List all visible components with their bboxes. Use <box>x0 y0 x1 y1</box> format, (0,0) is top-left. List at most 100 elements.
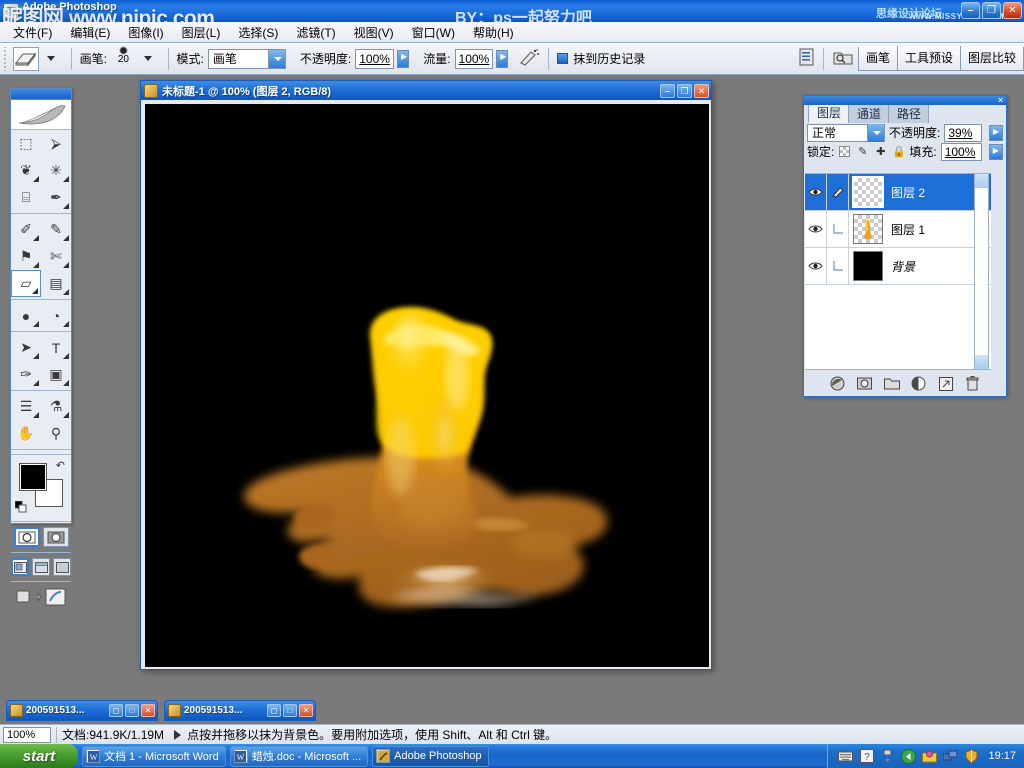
delete-layer-button[interactable] <box>965 376 981 392</box>
layer-link-toggle[interactable] <box>827 248 849 284</box>
canvas[interactable] <box>145 104 709 667</box>
layers-tab-0[interactable]: 图层 <box>808 102 849 123</box>
eyedropper-tool[interactable]: ⚗ <box>41 393 71 420</box>
menu-help[interactable]: 帮助(H) <box>464 22 523 43</box>
layer-style-button[interactable] <box>830 376 846 392</box>
new-group-button[interactable] <box>884 376 900 392</box>
status-menu-arrow-icon[interactable] <box>174 730 181 740</box>
brush-chevron-icon[interactable] <box>144 56 152 61</box>
layer-opacity-spinner[interactable] <box>989 125 1003 141</box>
lock-transparency-icon[interactable] <box>838 145 851 158</box>
opacity-input[interactable]: 100% <box>355 49 394 69</box>
zoom-tool[interactable]: ⚲ <box>41 420 71 447</box>
layer-opacity-input[interactable]: 39% <box>944 124 982 142</box>
zoom-level-input[interactable]: 100% <box>3 727 51 743</box>
close-button[interactable]: ✕ <box>1003 2 1022 19</box>
lock-position-icon[interactable]: ✚ <box>874 145 887 158</box>
palette-well-tab-2[interactable]: 图层比较 <box>961 46 1023 70</box>
document-titlebar[interactable]: 未标题-1 @ 100% (图层 2, RGB/8) – ❐ ✕ <box>141 81 711 100</box>
layer-list[interactable]: 图层 2图层 1背景 <box>805 173 991 370</box>
keyboard-icon[interactable] <box>838 749 853 764</box>
menu-layer[interactable]: 图层(L) <box>173 22 230 43</box>
menu-window[interactable]: 窗口(W) <box>403 22 464 43</box>
hand-tool[interactable]: ✋ <box>11 420 41 447</box>
menu-edit[interactable]: 编辑(E) <box>61 22 119 43</box>
layer-mask-button[interactable] <box>857 376 873 392</box>
restore-button[interactable]: ◻ <box>267 704 281 717</box>
layer-thumbnail-cell[interactable] <box>849 251 887 281</box>
layer-link-toggle[interactable] <box>827 211 849 247</box>
opacity-spinner[interactable] <box>397 50 409 68</box>
layer-row[interactable]: 图层 1 <box>805 211 991 248</box>
palette-well-tab-0[interactable]: 画笔 <box>859 46 898 70</box>
blend-mode-select[interactable]: 正常 <box>807 124 885 142</box>
pen-tool[interactable]: ✑ <box>11 361 41 388</box>
minimize-button[interactable]: – <box>961 2 980 19</box>
layer-thumbnail-cell[interactable] <box>849 177 887 207</box>
flow-input[interactable]: 100% <box>455 49 494 69</box>
chevron-down-icon[interactable] <box>268 50 285 68</box>
layers-palette-close-icon[interactable]: ✕ <box>997 96 1004 105</box>
airbrush-toggle[interactable] <box>518 48 540 69</box>
new-layer-button[interactable] <box>938 376 954 392</box>
standard-mask-button[interactable] <box>14 527 40 547</box>
layer-fill-input[interactable]: 100% <box>941 143 982 161</box>
layers-tab-2[interactable]: 路径 <box>888 103 929 123</box>
quick-mask-button[interactable] <box>43 527 69 547</box>
lock-all-icon[interactable]: 🔒 <box>892 145 905 158</box>
layer-link-toggle[interactable] <box>827 174 849 210</box>
menu-file[interactable]: 文件(F) <box>4 22 61 43</box>
default-colors-icon[interactable] <box>15 501 27 513</box>
blend-mode-chevron-icon[interactable] <box>867 124 884 142</box>
current-tool-icon[interactable] <box>13 47 39 71</box>
swap-colors-icon[interactable]: ↶ <box>56 459 65 472</box>
brush-preview[interactable]: 20 <box>111 46 136 72</box>
brush-tool[interactable]: ✎ <box>41 216 71 243</box>
layers-scrollbar[interactable] <box>974 173 989 370</box>
help-icon[interactable]: ? <box>859 749 874 764</box>
close-button[interactable]: ✕ <box>141 704 155 717</box>
jump-to-imageready-button[interactable] <box>16 587 42 610</box>
erase-to-history-checkbox[interactable]: 抹到历史记录 <box>557 50 649 67</box>
menu-view[interactable]: 视图(V) <box>345 22 403 43</box>
menu-filter[interactable]: 滤镜(T) <box>287 22 344 43</box>
start-button[interactable]: start <box>0 744 78 768</box>
network-icon[interactable] <box>880 749 895 764</box>
layer-visibility-toggle[interactable] <box>805 174 827 210</box>
close-button[interactable]: ✕ <box>299 704 313 717</box>
full-screen-menubar-button[interactable] <box>32 558 50 576</box>
document-close-button[interactable]: ✕ <box>694 84 709 98</box>
menu-image[interactable]: 图像(I) <box>119 22 172 43</box>
standard-screen-button[interactable] <box>11 558 29 576</box>
layer-thumbnail-cell[interactable] <box>849 214 887 244</box>
healing-brush-tool[interactable]: ✐ <box>11 216 41 243</box>
path-selection-tool[interactable]: ➤ <box>11 334 41 361</box>
palette-well-tab-1[interactable]: 工具预设 <box>898 46 961 70</box>
blur-tool[interactable]: ● <box>11 302 41 329</box>
options-bar-grip[interactable] <box>2 47 8 71</box>
maximize-button[interactable]: □ <box>283 704 297 717</box>
taskbar-item[interactable]: W文档 1 - Microsoft Word <box>82 746 226 767</box>
layer-visibility-toggle[interactable] <box>805 248 827 284</box>
maximize-button[interactable]: □ <box>125 704 139 717</box>
layer-visibility-toggle[interactable] <box>805 211 827 247</box>
back-icon[interactable] <box>901 749 916 764</box>
minimized-document-window[interactable]: 200591513...◻□✕ <box>164 700 316 721</box>
marquee-tool[interactable]: ⬚ <box>11 130 41 157</box>
magic-wand-tool[interactable]: ✳ <box>41 157 71 184</box>
restore-button[interactable]: ◻ <box>109 704 123 717</box>
slice-tool[interactable]: ✒ <box>41 184 71 211</box>
layer-row[interactable]: 背景 <box>805 248 991 285</box>
layers-tab-1[interactable]: 通道 <box>848 103 889 123</box>
menu-select[interactable]: 选择(S) <box>229 22 287 43</box>
adjustment-layer-button[interactable] <box>911 376 927 392</box>
history-brush-tool[interactable]: ✄ <box>41 243 71 270</box>
maximize-button[interactable]: ❐ <box>982 2 1001 19</box>
taskbar-item[interactable]: W蜡烛.doc - Microsoft ... <box>230 746 368 767</box>
taskbar-item[interactable]: Adobe Photoshop <box>372 746 488 767</box>
lasso-tool[interactable]: ❦ <box>11 157 41 184</box>
dodge-tool[interactable]: ◔ <box>41 302 71 329</box>
type-tool[interactable]: T <box>41 334 71 361</box>
document-maximize-button[interactable]: ❐ <box>677 84 692 98</box>
clock[interactable]: 19:17 <box>988 750 1016 762</box>
